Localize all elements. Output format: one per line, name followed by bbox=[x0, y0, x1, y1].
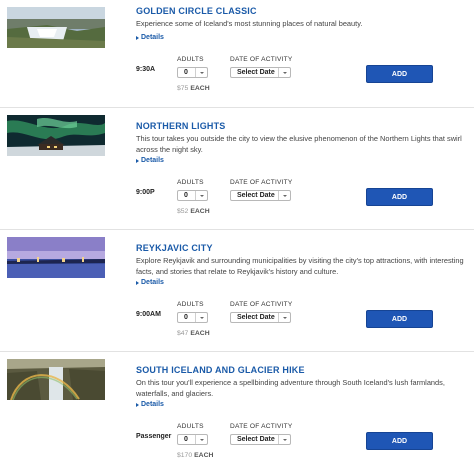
date-select[interactable]: Select Date bbox=[230, 312, 291, 323]
date-label: DATE OF ACTIVITY bbox=[230, 423, 293, 430]
adults-quantity-select[interactable]: 0 bbox=[177, 190, 208, 201]
date-select[interactable]: Select Date bbox=[230, 67, 291, 78]
quantity-value: 0 bbox=[184, 69, 188, 76]
tour-item: GOLDEN CIRCLE CLASSIC Experience some of… bbox=[0, 0, 474, 121]
date-label: DATE OF ACTIVITY bbox=[230, 301, 293, 308]
add-button[interactable]: ADD bbox=[366, 65, 433, 83]
tour-image-waterfall[interactable] bbox=[7, 7, 105, 48]
tour-price: $170 EACH bbox=[177, 452, 213, 459]
price-value: $170 bbox=[177, 452, 193, 459]
add-button[interactable]: ADD bbox=[366, 310, 433, 328]
tour-time: 9:30A bbox=[136, 66, 156, 73]
tour-time: 9:00AM bbox=[136, 311, 161, 318]
price-value: $75 bbox=[177, 85, 189, 92]
tour-image-northern-lights[interactable] bbox=[7, 115, 105, 156]
add-button[interactable]: ADD bbox=[366, 432, 433, 450]
adults-label: ADULTS bbox=[177, 179, 204, 186]
tour-time: Passenger bbox=[136, 433, 172, 440]
adults-quantity-select[interactable]: 0 bbox=[177, 312, 208, 323]
price-each-label: EACH bbox=[190, 85, 210, 92]
tour-description: On this tour you'll experience a spellbi… bbox=[136, 378, 445, 398]
dropdown-arrow-icon bbox=[278, 313, 290, 322]
dropdown-arrow-icon bbox=[278, 68, 290, 77]
caret-right-icon bbox=[136, 158, 139, 163]
tour-title: SOUTH ICELAND AND GLACIER HIKE bbox=[136, 365, 305, 375]
date-label: DATE OF ACTIVITY bbox=[230, 56, 293, 63]
dropdown-arrow-icon bbox=[195, 435, 207, 444]
date-value: Select Date bbox=[237, 314, 275, 321]
tour-time: 9:00P bbox=[136, 189, 155, 196]
tour-item: REYKJAVIC CITY Explore Reykjavik and sur… bbox=[0, 229, 474, 351]
adults-label: ADULTS bbox=[177, 56, 204, 63]
tour-image-waterfall-rainbow[interactable] bbox=[7, 359, 105, 400]
date-select[interactable]: Select Date bbox=[230, 190, 291, 201]
dropdown-arrow-icon bbox=[195, 313, 207, 322]
tour-title: REYKJAVIC CITY bbox=[136, 243, 213, 253]
tour-price: $47 EACH bbox=[177, 330, 210, 337]
tour-description: Explore Reykjavik and surrounding munici… bbox=[136, 256, 464, 276]
tour-image-city[interactable] bbox=[7, 237, 105, 278]
adults-quantity-select[interactable]: 0 bbox=[177, 67, 208, 78]
adults-quantity-select[interactable]: 0 bbox=[177, 434, 208, 445]
details-label: Details bbox=[141, 401, 164, 408]
tour-title: NORTHERN LIGHTS bbox=[136, 121, 226, 131]
caret-right-icon bbox=[136, 402, 139, 407]
quantity-value: 0 bbox=[184, 192, 188, 199]
caret-right-icon bbox=[136, 280, 139, 285]
price-value: $47 bbox=[177, 330, 189, 337]
price-each-label: EACH bbox=[190, 208, 210, 215]
tour-price: $52 EACH bbox=[177, 208, 210, 215]
quantity-value: 0 bbox=[184, 314, 188, 321]
adults-label: ADULTS bbox=[177, 301, 204, 308]
add-button[interactable]: ADD bbox=[366, 188, 433, 206]
details-label: Details bbox=[141, 34, 164, 41]
tour-title: GOLDEN CIRCLE CLASSIC bbox=[136, 6, 257, 16]
date-select[interactable]: Select Date bbox=[230, 434, 291, 445]
details-link[interactable]: Details bbox=[136, 157, 164, 164]
dropdown-arrow-icon bbox=[195, 68, 207, 77]
tour-item: NORTHERN LIGHTS This tour takes you outs… bbox=[0, 107, 474, 229]
details-link[interactable]: Details bbox=[136, 34, 164, 41]
date-value: Select Date bbox=[237, 192, 275, 199]
caret-right-icon bbox=[136, 35, 139, 40]
dropdown-arrow-icon bbox=[278, 191, 290, 200]
tour-price: $75 EACH bbox=[177, 85, 210, 92]
dropdown-arrow-icon bbox=[195, 191, 207, 200]
tour-description: Experience some of Iceland's most stunni… bbox=[136, 19, 363, 28]
dropdown-arrow-icon bbox=[278, 435, 290, 444]
tour-item: SOUTH ICELAND AND GLACIER HIKE On this t… bbox=[0, 351, 474, 473]
price-each-label: EACH bbox=[190, 330, 210, 337]
quantity-value: 0 bbox=[184, 436, 188, 443]
date-value: Select Date bbox=[237, 436, 275, 443]
price-value: $52 bbox=[177, 208, 189, 215]
date-label: DATE OF ACTIVITY bbox=[230, 179, 293, 186]
details-link[interactable]: Details bbox=[136, 401, 164, 408]
details-label: Details bbox=[141, 279, 164, 286]
details-link[interactable]: Details bbox=[136, 279, 164, 286]
tour-description: This tour takes you outside the city to … bbox=[136, 134, 462, 154]
price-each-label: EACH bbox=[194, 452, 214, 459]
details-label: Details bbox=[141, 157, 164, 164]
adults-label: ADULTS bbox=[177, 423, 204, 430]
date-value: Select Date bbox=[237, 69, 275, 76]
